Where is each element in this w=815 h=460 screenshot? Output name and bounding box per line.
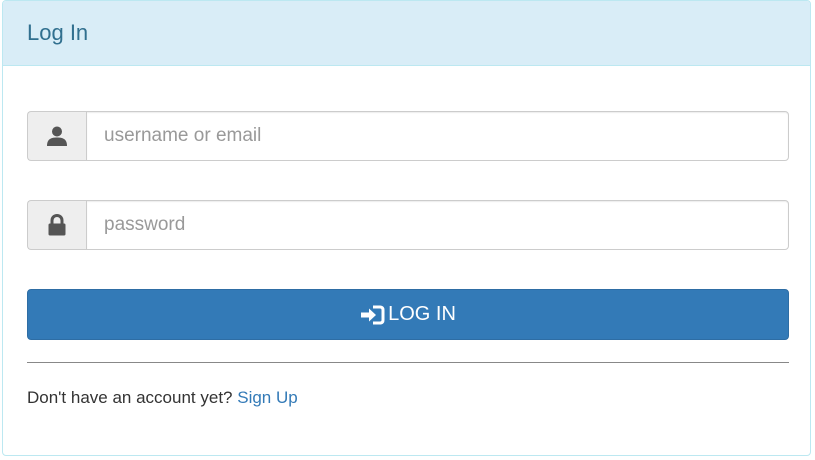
page-title: Log In xyxy=(27,20,89,45)
signup-prompt: Don't have an account yet? xyxy=(27,388,233,407)
signup-row: Don't have an account yet? Sign Up xyxy=(27,388,298,408)
login-button[interactable]: LOG IN xyxy=(27,289,789,340)
login-button-label: LOG IN xyxy=(388,303,456,325)
login-panel: Log In LOG IN D xyxy=(2,0,811,456)
password-group xyxy=(27,200,789,250)
divider xyxy=(27,362,789,363)
log-in-icon xyxy=(360,304,388,326)
lock-icon xyxy=(27,200,86,250)
panel-heading: Log In xyxy=(3,1,810,66)
user-icon xyxy=(27,111,86,161)
username-input[interactable] xyxy=(86,111,789,161)
signup-link[interactable]: Sign Up xyxy=(237,388,297,407)
username-group xyxy=(27,111,789,161)
password-input[interactable] xyxy=(86,200,789,250)
